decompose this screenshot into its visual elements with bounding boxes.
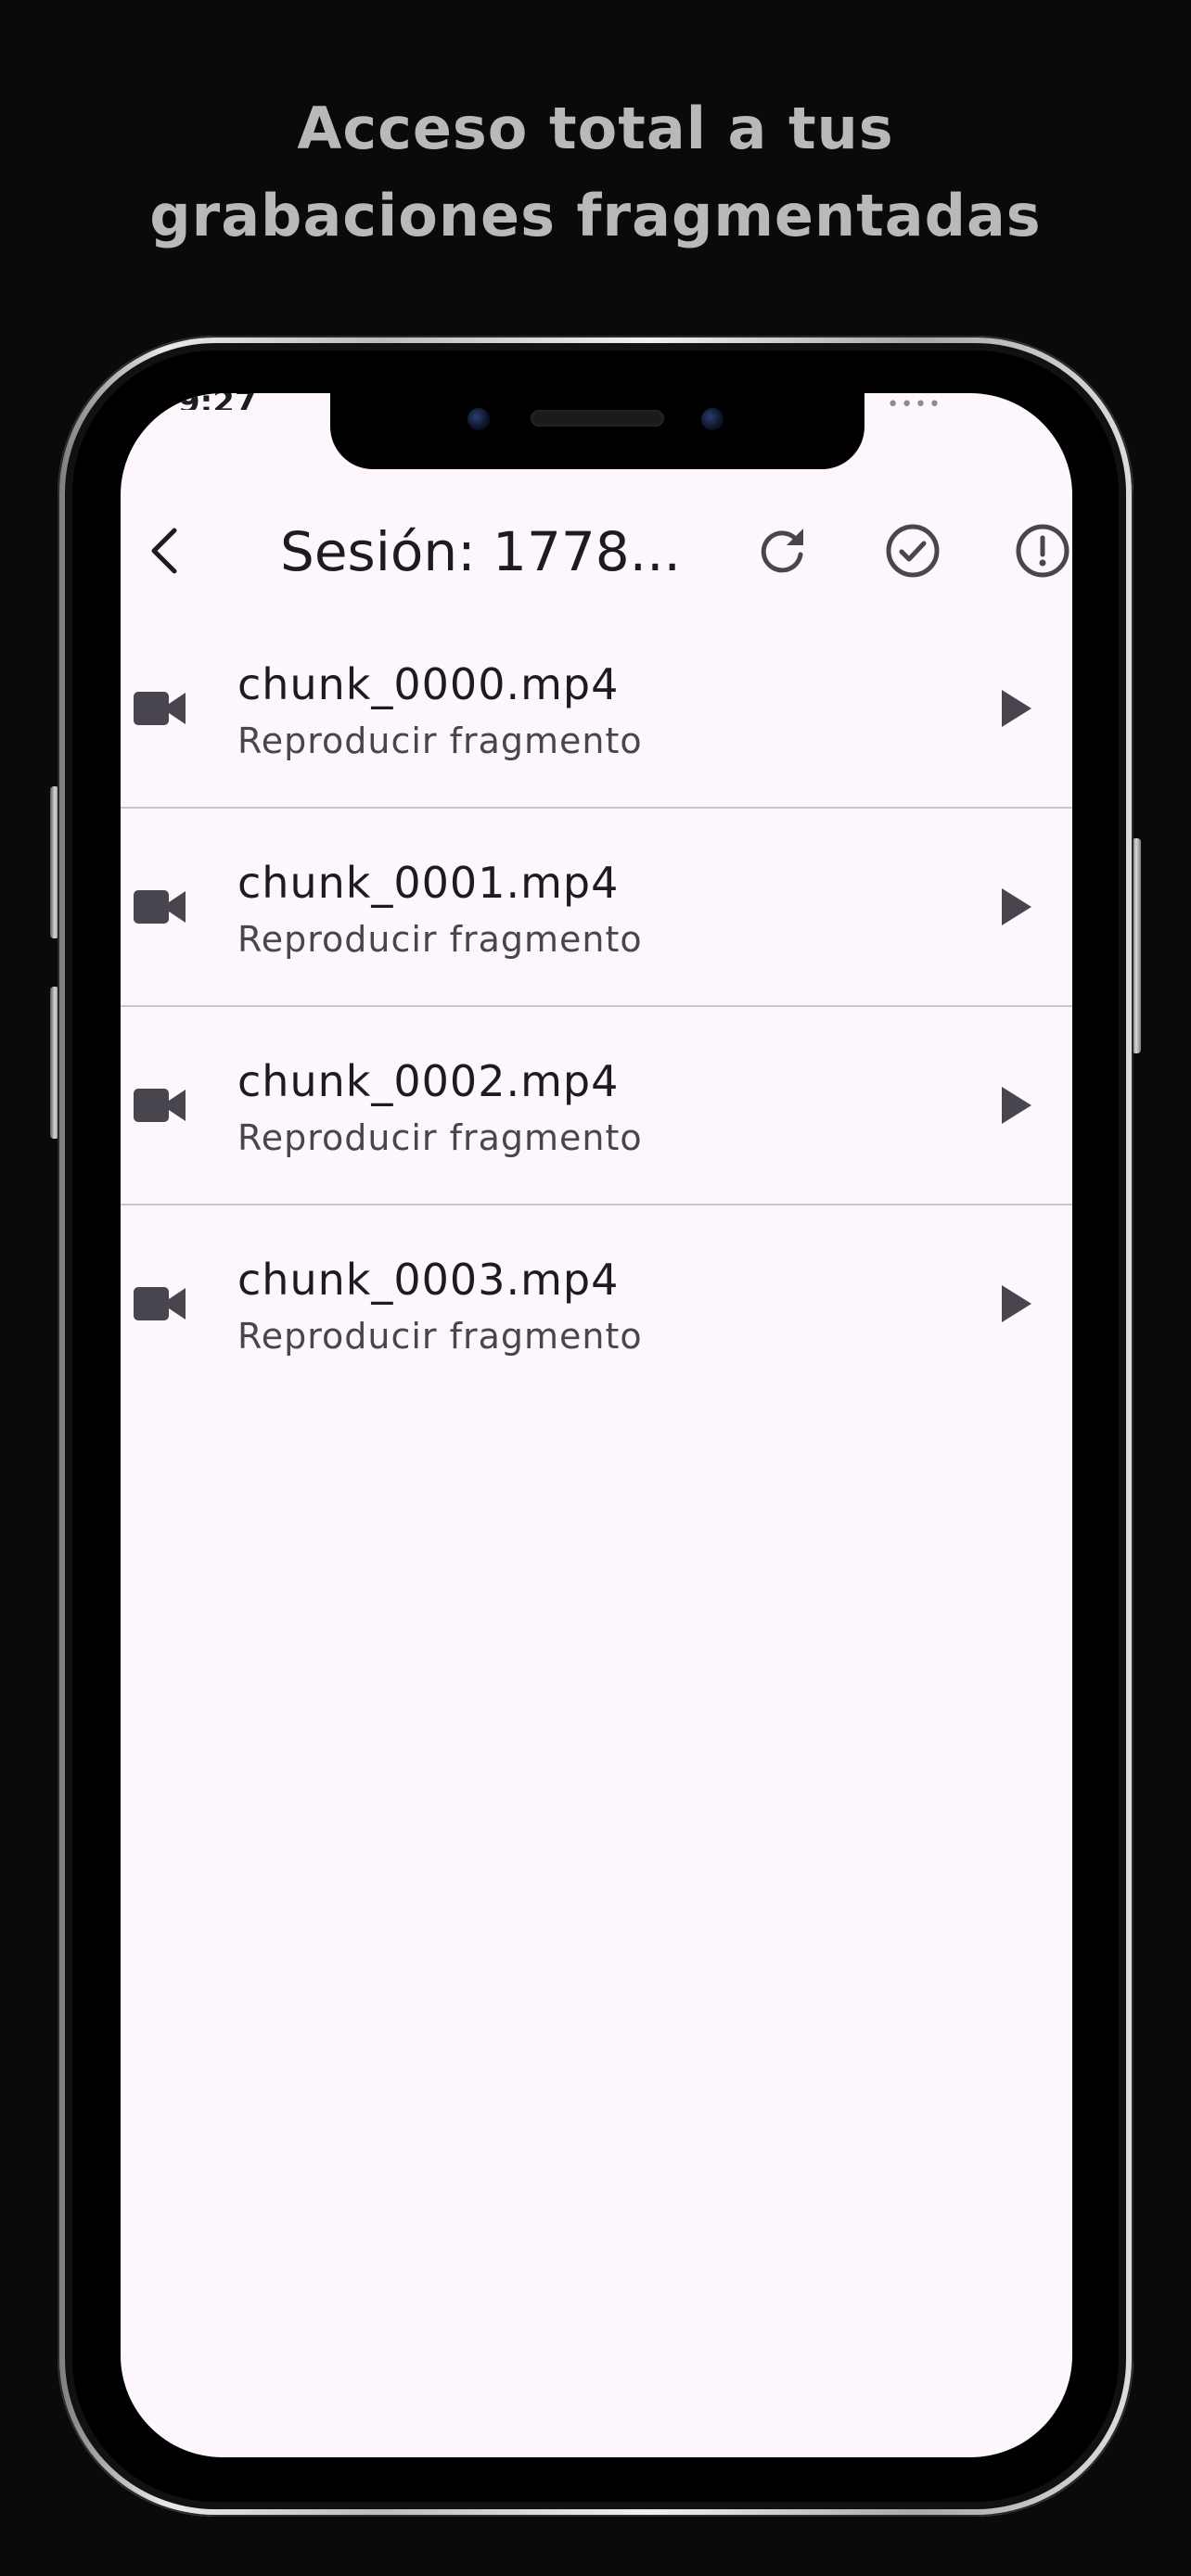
earpiece-speaker bbox=[531, 410, 664, 427]
front-camera bbox=[467, 408, 490, 430]
promo-headline: Acceso total a tus grabaciones fragmenta… bbox=[0, 85, 1191, 260]
chunk-filename: chunk_0003.mp4 bbox=[237, 1255, 620, 1305]
back-button[interactable] bbox=[137, 523, 193, 579]
chunk-subtitle: Reproducir fragmento bbox=[237, 1117, 643, 1158]
chunk-subtitle: Reproducir fragmento bbox=[237, 1316, 643, 1357]
report-error-button[interactable] bbox=[1011, 519, 1072, 582]
chunk-filename: chunk_0002.mp4 bbox=[237, 1056, 620, 1106]
play-icon[interactable] bbox=[992, 1083, 1037, 1128]
list-item[interactable]: chunk_0000.mp4 Reproducir fragmento bbox=[121, 610, 1072, 809]
chevron-left-icon bbox=[151, 528, 177, 574]
videocam-icon bbox=[134, 1287, 186, 1320]
promo-line-1: Acceso total a tus bbox=[297, 95, 894, 162]
play-icon[interactable] bbox=[992, 885, 1037, 929]
play-icon[interactable] bbox=[992, 1282, 1037, 1326]
phone-notch bbox=[330, 389, 864, 469]
chunk-filename: chunk_0001.mp4 bbox=[237, 858, 620, 908]
app-screen: 9:27 •••• Sesión: 1778... bbox=[121, 393, 1072, 2457]
chunk-subtitle: Reproducir fragmento bbox=[237, 721, 643, 761]
signal-indicator: •••• bbox=[887, 393, 942, 416]
refresh-icon bbox=[761, 529, 803, 573]
chunk-subtitle: Reproducir fragmento bbox=[237, 919, 643, 960]
chunk-list: chunk_0000.mp4 Reproducir fragmento chun… bbox=[121, 610, 1072, 1404]
list-item[interactable]: chunk_0001.mp4 Reproducir fragmento bbox=[121, 809, 1072, 1007]
videocam-icon bbox=[134, 890, 186, 924]
list-item[interactable]: chunk_0002.mp4 Reproducir fragmento bbox=[121, 1007, 1072, 1205]
check-circle-icon bbox=[886, 524, 940, 578]
promo-line-2: grabaciones fragmentadas bbox=[149, 182, 1042, 249]
app-bar: Sesión: 1778... bbox=[121, 486, 1072, 616]
refresh-button[interactable] bbox=[751, 519, 814, 582]
chunk-filename: chunk_0000.mp4 bbox=[237, 659, 620, 709]
error-circle-icon bbox=[1016, 524, 1069, 578]
status-time: 9:27 bbox=[178, 393, 257, 410]
list-item[interactable]: chunk_0003.mp4 Reproducir fragmento bbox=[121, 1205, 1072, 1404]
page-title: Sesión: 1778... bbox=[280, 520, 681, 583]
face-id-sensor bbox=[701, 408, 724, 430]
videocam-icon bbox=[134, 692, 186, 725]
play-icon[interactable] bbox=[992, 686, 1037, 731]
videocam-icon bbox=[134, 1089, 186, 1122]
mark-complete-button[interactable] bbox=[881, 519, 944, 582]
